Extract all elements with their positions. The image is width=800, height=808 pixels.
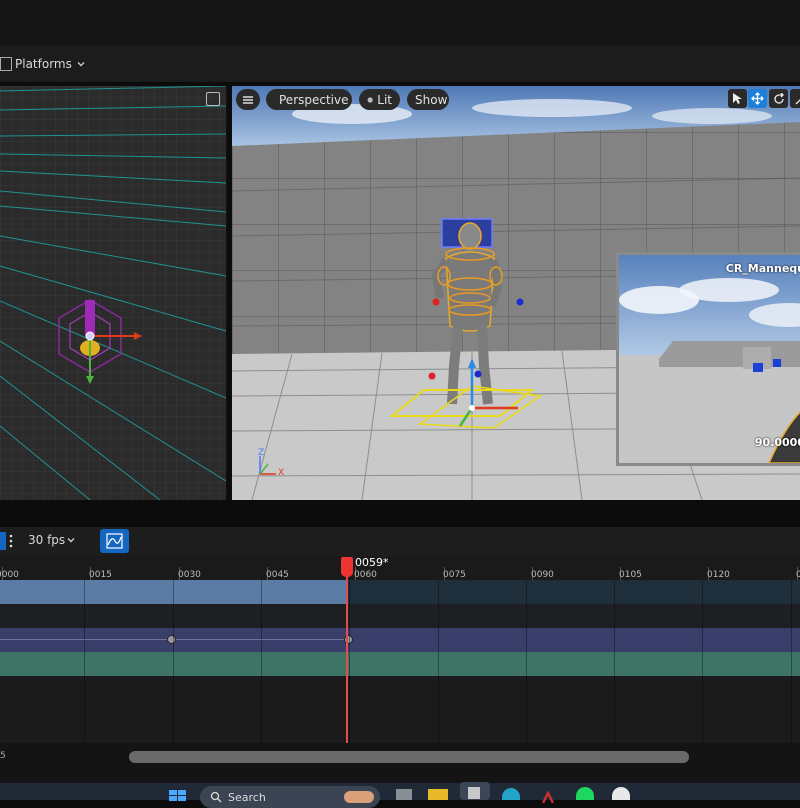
lit-button[interactable]: Lit: [359, 89, 400, 110]
grid-line: [614, 580, 615, 743]
camera-preview: CR_Mannequ 90.0000: [616, 252, 800, 466]
frame-rate-dropdown[interactable]: 30 fps: [28, 533, 65, 547]
chevron-down-icon: [76, 59, 86, 69]
camera-name-label: CR_Mannequ: [726, 262, 800, 275]
grid-line: [702, 580, 703, 743]
ruler-tick-label: 0015: [89, 570, 112, 580]
grid-line: [173, 580, 174, 743]
camera-value-label: 90.0000: [755, 436, 800, 449]
file-explorer-icon[interactable]: [428, 789, 448, 800]
grid-line: [438, 580, 439, 743]
sphere-icon: [367, 94, 373, 106]
platforms-icon: [0, 57, 12, 71]
playhead-handle[interactable]: [341, 557, 353, 577]
title-bar: [0, 0, 800, 46]
lit-label: Lit: [377, 93, 392, 107]
ruler-tick-label: 0120: [707, 570, 730, 580]
maximize-viewport-icon[interactable]: [206, 92, 220, 106]
snipping-tool-icon: [468, 787, 480, 799]
show-label: Show: [415, 93, 447, 107]
perspective-viewport[interactable]: Z X Perspective Lit Show: [232, 86, 800, 500]
chevron-down-icon[interactable]: [66, 535, 76, 545]
taskbar-search[interactable]: Search: [200, 786, 380, 808]
edge-browser-icon[interactable]: [502, 788, 520, 800]
empty-track-area[interactable]: [0, 676, 800, 743]
track-row[interactable]: [0, 628, 800, 652]
range-start-label: 5: [0, 751, 6, 761]
curve-editor-button[interactable]: [100, 529, 129, 553]
track-row-after-playhead: [348, 580, 800, 604]
grid-line: [349, 580, 350, 743]
gizmo-x-label: X: [278, 468, 284, 478]
grid-line: [84, 580, 85, 743]
perspective-label: Perspective: [279, 93, 349, 107]
platforms-menu[interactable]: Platforms: [0, 55, 86, 73]
timeline-ruler[interactable]: [0, 556, 800, 580]
search-icon: [210, 791, 222, 803]
track-row[interactable]: [0, 652, 800, 676]
move-tool-button[interactable]: [748, 89, 767, 108]
game-app-icon[interactable]: [540, 788, 556, 800]
show-button[interactable]: Show: [407, 89, 449, 110]
ruler-tick-label: 01: [796, 570, 800, 580]
grid-line: [261, 580, 262, 743]
ruler-tick-label: 0060: [354, 570, 377, 580]
sequencer-options-icon[interactable]: [0, 532, 6, 550]
search-placeholder: Search: [228, 791, 266, 804]
select-tool-button[interactable]: [728, 89, 747, 108]
ruler-tick-label: 0030: [178, 570, 201, 580]
ruler-tick-label: 0045: [266, 570, 289, 580]
spotify-icon[interactable]: [576, 787, 594, 800]
keyframe-dot[interactable]: [167, 635, 176, 644]
left-viewport-grid: [0, 86, 226, 500]
curve-editor-icon: [100, 529, 129, 553]
grid-line: [526, 580, 527, 743]
rotate-tool-button[interactable]: [769, 89, 788, 108]
timeline-scroll-area: [0, 743, 800, 783]
hamburger-icon: [242, 94, 254, 106]
camera-preview-scene: [619, 255, 800, 463]
more-options-icon[interactable]: [9, 533, 13, 552]
track-row[interactable]: [0, 604, 800, 628]
ruler-tick-label: 0075: [443, 570, 466, 580]
search-highlight-icon: [344, 791, 374, 803]
viewport-menu-button[interactable]: [236, 89, 260, 110]
timeline-scrollbar[interactable]: [129, 751, 689, 763]
main-toolbar: [0, 46, 800, 83]
current-frame-label: 0059*: [355, 556, 389, 569]
left-viewport[interactable]: [0, 86, 227, 500]
grid-line: [791, 580, 792, 743]
taskbar-app-active[interactable]: [460, 782, 490, 800]
ruler-tick-label: 0090: [531, 570, 554, 580]
task-view-icon[interactable]: [396, 789, 412, 800]
perspective-button[interactable]: Perspective: [266, 89, 352, 110]
windows-start-icon[interactable]: [168, 787, 188, 800]
scale-tool-button[interactable]: [790, 89, 800, 108]
rotate-icon: [773, 93, 785, 105]
cursor-icon: [732, 92, 743, 105]
gizmo-z-label: Z: [258, 448, 264, 458]
ruler-tick-label: 0105: [619, 570, 642, 580]
ruler-tick-label: 0000: [0, 570, 19, 580]
platforms-label: Platforms: [15, 57, 72, 71]
playhead-line: [346, 576, 348, 744]
move-arrows-icon: [751, 92, 764, 105]
unreal-engine-icon[interactable]: [612, 787, 630, 800]
scale-icon: [795, 93, 800, 105]
